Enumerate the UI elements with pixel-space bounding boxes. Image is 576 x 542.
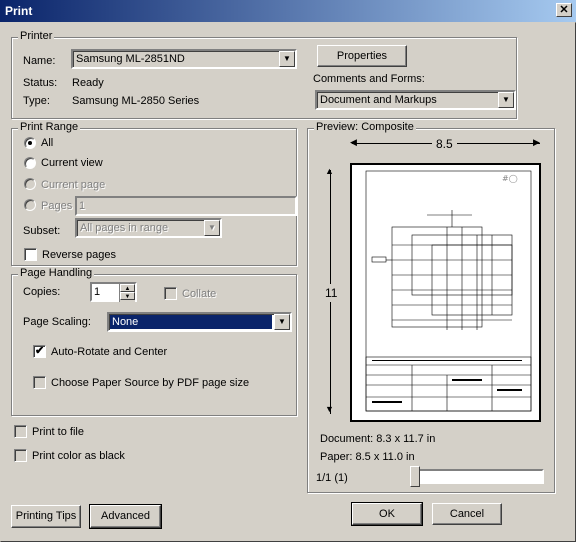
cancel-button[interactable]: Cancel [432,503,502,525]
close-icon: ✕ [559,4,569,16]
preview-drawing: #◯ [365,170,532,412]
reverse-pages-checkbox[interactable] [24,248,37,261]
subset-label: Subset: [23,225,61,237]
radio-pages [24,199,36,211]
printer-status-value: Ready [72,77,104,89]
radio-current-page [24,178,36,190]
page-scaling-label: Page Scaling: [23,316,91,328]
reverse-pages-label[interactable]: Reverse pages [42,249,116,261]
comments-forms-label: Comments and Forms: [313,73,425,85]
copies-label: Copies: [23,286,61,298]
printer-status-label: Status: [23,77,58,89]
spin-down-icon[interactable]: ▼ [120,292,135,300]
collate-checkbox [164,287,177,300]
printer-type-value: Samsung ML-2850 Series [72,95,200,107]
window-title: Print [5,4,33,18]
printer-legend: Printer [18,30,55,42]
subset-value: All pages in range [80,222,169,234]
width-arrow-left-icon: ◀ [350,137,357,147]
chevron-down-icon: ▼ [274,314,290,330]
radio-all-label[interactable]: All [41,137,53,149]
page-scaling-select[interactable]: None ▼ [107,312,292,332]
printer-name-value: Samsung ML-2851ND [76,53,185,65]
print-color-black-label[interactable]: Print color as black [32,450,125,462]
radio-all[interactable] [24,137,36,149]
svg-text:#◯: #◯ [502,174,518,183]
page-indicator-label: 1/1 (1) [316,472,348,484]
width-dimension-label: 8.5 [432,137,457,151]
height-arrow-up-icon: ▲ [325,166,334,176]
print-color-black-checkbox[interactable] [14,449,27,462]
copies-value: 1 [94,286,101,298]
copies-stepper[interactable]: 1 ▲ ▼ [90,282,137,302]
page-slider-thumb[interactable] [410,466,420,487]
advanced-button[interactable]: Advanced [89,504,162,529]
choose-paper-label[interactable]: Choose Paper Source by PDF page size [51,377,249,389]
title-bar: Print ✕ [0,0,576,22]
comments-forms-select[interactable]: Document and Markups ▼ [315,90,516,110]
pages-input-value: 1 [79,200,86,212]
page-scaling-value: None [110,315,272,329]
collate-label: Collate [182,288,217,300]
radio-current-view-label[interactable]: Current view [41,157,103,169]
print-to-file-checkbox[interactable] [14,425,27,438]
subset-select: All pages in range ▼ [75,218,222,238]
document-size-label: Document: 8.3 x 11.7 in [320,433,436,445]
check-icon: ✔ [35,345,45,357]
printing-tips-button[interactable]: Printing Tips [11,505,81,528]
chevron-down-icon: ▼ [279,51,295,67]
printer-name-label: Name: [23,55,56,67]
width-arrow-right-icon: ▶ [533,137,540,147]
page-handling-legend: Page Handling [18,267,95,279]
radio-current-page-label: Current page [41,179,106,191]
height-arrow-down-icon: ▼ [325,404,334,414]
radio-pages-label: Pages [41,200,73,212]
printer-name-select[interactable]: Samsung ML-2851ND ▼ [71,49,297,69]
preview-legend: Preview: Composite [314,121,416,133]
radio-current-view[interactable] [24,157,36,169]
height-dimension-label: 11 [325,284,338,302]
ok-button[interactable]: OK [351,502,423,526]
comments-forms-value: Document and Markups [320,94,437,106]
copies-spin[interactable]: ▲ ▼ [119,284,135,302]
auto-rotate-checkbox[interactable]: ✔ [33,345,46,358]
paper-size-label: Paper: 8.5 x 11.0 in [320,451,415,463]
preview-page: #◯ [350,163,541,422]
print-range-legend: Print Range [18,121,81,133]
choose-paper-checkbox[interactable] [33,376,46,389]
printer-type-label: Type: [23,95,50,107]
radio-dot [28,141,32,145]
auto-rotate-label[interactable]: Auto-Rotate and Center [51,346,167,358]
properties-button[interactable]: Properties [317,45,407,67]
page-slider-track[interactable] [411,469,544,484]
spin-up-icon[interactable]: ▲ [120,284,135,292]
close-button[interactable]: ✕ [556,3,572,17]
print-to-file-label[interactable]: Print to file [32,426,84,438]
pages-input: 1 [75,196,297,216]
chevron-down-icon: ▼ [498,92,514,108]
chevron-down-icon: ▼ [204,220,220,236]
